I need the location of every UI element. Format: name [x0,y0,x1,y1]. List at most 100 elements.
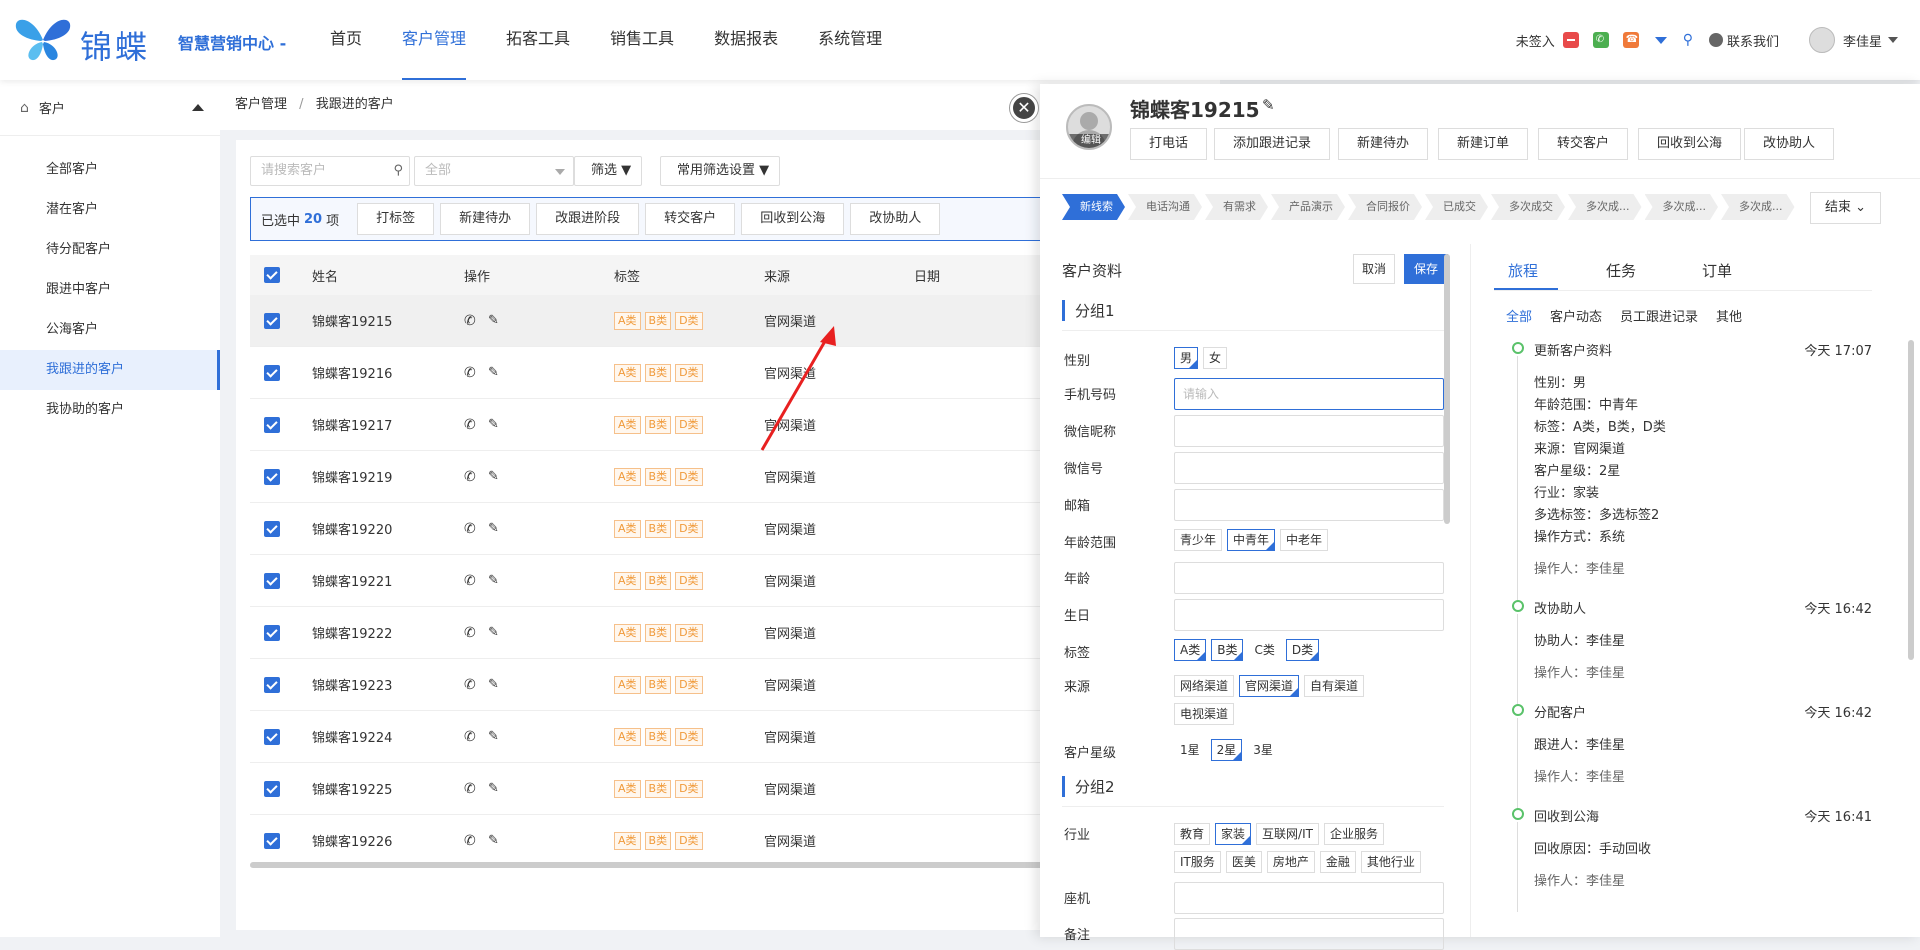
row-checkbox[interactable] [264,364,280,381]
phone-input[interactable]: 请输入 [1174,378,1444,410]
tag-a[interactable]: A类 [1174,639,1207,661]
horizontal-scrollbar[interactable] [250,862,1050,868]
search-input[interactable]: 请搜索客户 ⚲ [250,156,410,186]
form-scrollbar[interactable] [1444,254,1450,524]
row-checkbox[interactable] [264,312,280,329]
sidebar-item-public-pool[interactable]: 公海客户 [0,310,220,350]
stage-new-lead[interactable]: 新线索 [1062,194,1125,220]
sidebar-item-all[interactable]: 全部客户 [0,150,220,190]
row-checkbox[interactable] [264,832,280,849]
customer-name-cell[interactable]: 锦蝶客19226 [312,831,392,850]
industry-other[interactable]: 其他行业 [1360,851,1421,873]
filter-button[interactable]: 筛选 ▼ [574,156,643,186]
bulk-tag-button[interactable]: 打标签 [357,203,435,235]
stage-multi-deal[interactable]: 多次成交 [1491,194,1565,220]
source-tv[interactable]: 电视渠道 [1174,703,1235,725]
stage-phone[interactable]: 电话沟通 [1128,194,1202,220]
followup-edit-icon[interactable]: ✎ [488,833,499,848]
row-checkbox[interactable] [264,624,280,641]
nav-customer-management[interactable]: 客户管理 [382,0,486,80]
followup-edit-icon[interactable]: ✎ [488,729,499,744]
bulk-change-stage-button[interactable]: 改跟进阶段 [536,203,640,235]
stage-deal[interactable]: 已成交 [1425,194,1488,220]
sidebar-item-potential[interactable]: 潜在客户 [0,190,220,230]
phone-green-icon[interactable]: ✆ [1592,32,1609,48]
end-stage-button[interactable]: 结束 ⌄ [1810,192,1882,224]
age-senior[interactable]: 中老年 [1280,529,1329,551]
subtab-all[interactable]: 全部 [1506,306,1532,325]
user-name[interactable]: 李佳星 [1843,31,1882,50]
birthday-input[interactable] [1174,599,1444,631]
bulk-change-assistant-button[interactable]: 改协助人 [850,203,941,235]
subtab-customer-activity[interactable]: 客户动态 [1550,306,1602,325]
bulk-transfer-button[interactable]: 转交客户 [645,203,736,235]
transfer-button[interactable]: 转交客户 [1538,128,1629,160]
new-todo-button[interactable]: 新建待办 [1338,128,1429,160]
phone-icon[interactable]: ✆ [464,625,476,641]
followup-edit-icon[interactable]: ✎ [488,625,499,640]
user-menu-chevron-icon[interactable] [1888,37,1898,43]
wechat-nick-input[interactable] [1174,415,1444,447]
customer-name-cell[interactable]: 锦蝶客19225 [312,779,392,798]
row-checkbox[interactable] [264,780,280,797]
bulk-new-todo-button[interactable]: 新建待办 [440,203,531,235]
timeline-scrollbar[interactable] [1908,340,1914,660]
customer-name-cell[interactable]: 锦蝶客19217 [312,415,392,434]
industry-education[interactable]: 教育 [1174,823,1211,845]
age-teen[interactable]: 青少年 [1174,529,1223,551]
change-assistant-button[interactable]: 改协助人 [1744,128,1835,160]
sidebar-group-customer[interactable]: ⌂ 客户 [0,80,220,136]
customer-name-cell[interactable]: 锦蝶客19219 [312,467,392,486]
source-own[interactable]: 自有渠道 [1304,675,1365,697]
customer-name-cell[interactable]: 锦蝶客19222 [312,623,392,642]
customer-name-cell[interactable]: 锦蝶客19216 [312,363,392,382]
search-icon[interactable]: ⚲ [1683,32,1693,48]
followup-edit-icon[interactable]: ✎ [488,781,499,796]
phone-icon[interactable]: ✆ [464,313,476,329]
row-checkbox[interactable] [264,572,280,589]
stage-demo[interactable]: 产品演示 [1271,194,1345,220]
common-filter-button[interactable]: 常用筛选设置 ▼ [660,156,781,186]
phone-icon[interactable]: ✆ [464,781,476,797]
chevron-down-icon[interactable] [1654,36,1667,44]
select-all-checkbox[interactable] [264,267,280,283]
user-avatar[interactable] [1808,27,1835,53]
wechat-input[interactable] [1174,452,1444,484]
landline-input[interactable] [1174,882,1444,914]
stage-multi-4[interactable]: 多次成... [1721,194,1795,220]
contact-us-link[interactable]: 联系我们 [1727,31,1779,50]
subtab-staff-followup[interactable]: 员工跟进记录 [1620,306,1698,325]
followup-edit-icon[interactable]: ✎ [488,469,499,484]
cancel-button[interactable]: 取消 [1353,254,1396,284]
hangup-icon[interactable]: ☎ [1622,32,1639,48]
customer-name-cell[interactable]: 锦蝶客19223 [312,675,392,694]
customer-name-cell[interactable]: 锦蝶客19221 [312,571,392,590]
phone-icon[interactable]: ✆ [464,417,476,433]
row-checkbox[interactable] [264,520,280,537]
industry-it[interactable]: IT服务 [1174,851,1221,873]
customer-avatar[interactable]: 编辑 [1066,104,1112,150]
followup-edit-icon[interactable]: ✎ [488,365,499,380]
customer-name-cell[interactable]: 锦蝶客19224 [312,727,392,746]
industry-finance[interactable]: 金融 [1319,851,1356,873]
new-order-button[interactable]: 新建订单 [1438,128,1529,160]
phone-icon[interactable]: ✆ [464,677,476,693]
phone-icon[interactable]: ✆ [464,833,476,849]
recycle-button[interactable]: 回收到公海 [1638,128,1742,160]
customer-name-cell[interactable]: 锦蝶客19220 [312,519,392,538]
row-checkbox[interactable] [264,728,280,745]
call-button[interactable]: 打电话 [1130,128,1208,160]
row-checkbox[interactable] [264,676,280,693]
source-network[interactable]: 网络渠道 [1174,675,1235,697]
age-input[interactable] [1174,562,1444,594]
checkin-icon[interactable] [1562,32,1579,48]
stage-multi-3[interactable]: 多次成... [1645,194,1719,220]
customer-name-cell[interactable]: 锦蝶客19215 [312,311,392,330]
sidebar-item-my-following[interactable]: 我跟进的客户 [0,350,220,390]
close-drawer-button[interactable]: ✕ [1010,94,1038,122]
age-young[interactable]: 中青年 [1227,529,1276,551]
gender-male[interactable]: 男 [1174,347,1199,369]
star-2[interactable]: 2星 [1210,739,1243,761]
remark-input[interactable] [1174,918,1444,950]
followup-edit-icon[interactable]: ✎ [488,313,499,328]
